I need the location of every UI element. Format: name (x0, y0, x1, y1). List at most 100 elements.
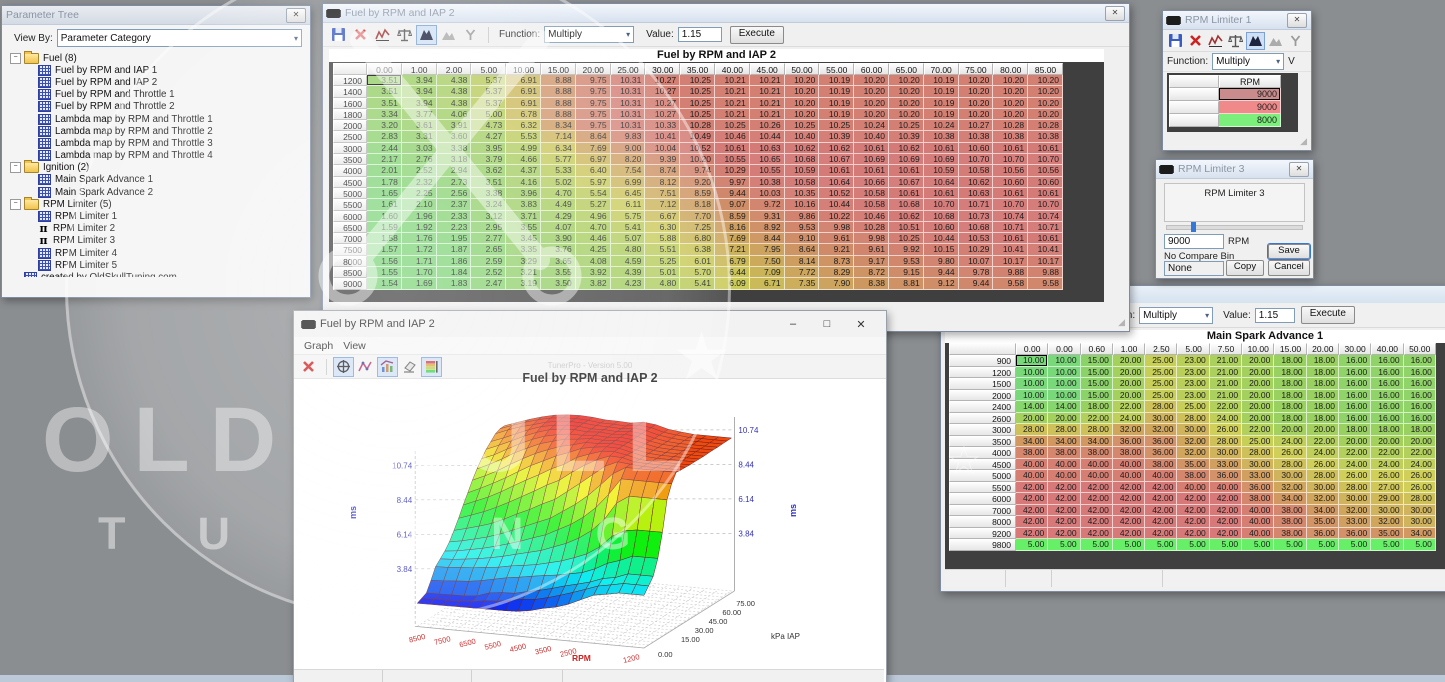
spark-cell[interactable]: 21.00 (1210, 355, 1242, 367)
fuel-cell[interactable]: 10.15 (924, 244, 959, 255)
spark-cell[interactable]: 25.00 (1145, 355, 1177, 367)
fuel-cell[interactable]: 10.33 (645, 120, 680, 131)
spark-cell[interactable]: 28.00 (1307, 470, 1339, 482)
spark-cell[interactable]: 35.00 (1307, 516, 1339, 528)
spark-cell[interactable]: 28.00 (1048, 424, 1080, 436)
fuel-cell[interactable]: 9.75 (576, 109, 611, 120)
fuel-cell[interactable]: 1.72 (402, 244, 437, 255)
spark-cell[interactable]: 40.00 (1016, 470, 1048, 482)
spark-cell[interactable]: 28.00 (1145, 401, 1177, 413)
fuel-cell[interactable]: 1.95 (437, 233, 472, 244)
fuel-cell[interactable]: 10.70 (993, 199, 1028, 210)
fuel-cell[interactable]: 10.20 (959, 86, 994, 97)
spark-cell[interactable]: 16.00 (1371, 390, 1403, 402)
spark-cell[interactable]: 38.00 (1081, 447, 1113, 459)
fuel-cell[interactable]: 10.21 (750, 109, 785, 120)
fuel-cell[interactable]: 4.38 (437, 75, 472, 86)
fuel-cell[interactable]: 10.38 (959, 131, 994, 142)
spark-cell[interactable]: 18.00 (1307, 401, 1339, 413)
fuel-cell[interactable]: 10.68 (924, 211, 959, 222)
fuel-cell[interactable]: 9.53 (889, 256, 924, 267)
fuel-cell[interactable]: 4.25 (576, 244, 611, 255)
fuel-cell[interactable]: 9.78 (959, 267, 994, 278)
spark-cell[interactable]: 26.00 (1307, 459, 1339, 471)
fuel-cell[interactable]: 10.61 (854, 143, 889, 154)
fuel-cell[interactable]: 10.20 (854, 98, 889, 109)
fuel-cell[interactable]: 10.40 (854, 131, 889, 142)
spark-cell[interactable]: 20.00 (1242, 367, 1274, 379)
column-header[interactable]: 2.00 (437, 63, 472, 75)
column-header[interactable]: 25.00 (611, 63, 646, 75)
fuel-cell[interactable]: 10.53 (959, 233, 994, 244)
fuel-cell[interactable]: 10.25 (785, 120, 820, 131)
fuel-cell[interactable]: 3.62 (471, 165, 506, 176)
spark-cell[interactable]: 16.00 (1371, 378, 1403, 390)
tree-item[interactable]: Lambda map by RPM and Throttle 3 (8, 137, 310, 149)
fuel-cell[interactable]: 10.21 (715, 75, 750, 86)
spark-cell[interactable]: 34.00 (1016, 436, 1048, 448)
spark-cell[interactable]: 30.00 (1242, 459, 1274, 471)
delete-icon[interactable] (350, 25, 371, 45)
menu-view[interactable]: View (343, 340, 366, 352)
spark-cell[interactable]: 32.00 (1274, 482, 1306, 494)
spark-cell[interactable]: 34.00 (1048, 436, 1080, 448)
fuel-cell[interactable]: 4.27 (471, 131, 506, 142)
column-header[interactable]: 45.00 (750, 63, 785, 75)
fuel-cell[interactable]: 8.34 (541, 120, 576, 131)
fuel-cell[interactable]: 10.19 (924, 86, 959, 97)
column-header[interactable]: 80.00 (993, 63, 1028, 75)
fuel-cell[interactable]: 10.16 (785, 199, 820, 210)
fuel-cell[interactable]: 5.37 (471, 86, 506, 97)
spark-cell[interactable]: 38.00 (1016, 447, 1048, 459)
fuel-cell[interactable]: 8.88 (541, 75, 576, 86)
row-header[interactable]: 3500 (949, 436, 1016, 448)
fuel-cell[interactable]: 10.29 (959, 244, 994, 255)
fuel-cell[interactable]: 10.19 (924, 75, 959, 86)
fuel-cell[interactable]: 4.99 (506, 143, 541, 154)
spark-cell[interactable]: 16.00 (1404, 401, 1436, 413)
fuel-cell[interactable]: 10.27 (645, 75, 680, 86)
fuel-cell[interactable]: 10.61 (993, 143, 1028, 154)
fuel-cell[interactable]: 10.27 (959, 120, 994, 131)
fuel-cell[interactable]: 5.00 (471, 109, 506, 120)
rpm1-table[interactable]: RPM900090008000 (1169, 75, 1281, 127)
column-header[interactable]: 60.00 (854, 63, 889, 75)
spark-cell[interactable]: 18.00 (1307, 355, 1339, 367)
fuel-cell[interactable]: 9.88 (1028, 267, 1063, 278)
fuel-cell[interactable]: 10.27 (645, 86, 680, 97)
fuel-cell[interactable]: 10.61 (1028, 143, 1063, 154)
fuel-cell[interactable]: 3.19 (506, 278, 541, 289)
fuel-cell[interactable]: 10.58 (854, 199, 889, 210)
fuel-cell[interactable]: 3.65 (541, 256, 576, 267)
spark-function-select[interactable]: Multiply▾ (1139, 307, 1213, 324)
spark-cell[interactable]: 22.00 (1210, 401, 1242, 413)
fuel-cell[interactable]: 10.25 (680, 109, 715, 120)
fuel-cell[interactable]: 10.71 (1028, 222, 1063, 233)
spark-cell[interactable]: 32.00 (1339, 505, 1371, 517)
spark-cell[interactable]: 16.00 (1404, 355, 1436, 367)
spark-cell[interactable]: 42.00 (1177, 505, 1209, 517)
spark-cell[interactable]: 42.00 (1081, 493, 1113, 505)
fuel-cell[interactable]: 1.55 (367, 267, 402, 278)
fuel-cell[interactable]: 10.60 (924, 222, 959, 233)
spark-value-input[interactable]: 1.15 (1255, 308, 1295, 323)
fuel-cell[interactable]: 3.77 (402, 109, 437, 120)
fuel-cell[interactable]: 5.51 (645, 244, 680, 255)
spark-cell[interactable]: 28.00 (1081, 424, 1113, 436)
spark-cell[interactable]: 40.00 (1242, 528, 1274, 540)
row-header[interactable]: 6000 (333, 211, 367, 222)
spark-cell[interactable]: 20.00 (1242, 401, 1274, 413)
fuel-cell[interactable]: 10.62 (889, 211, 924, 222)
fuel-cell[interactable]: 10.69 (854, 154, 889, 165)
row-header[interactable]: 4500 (949, 459, 1016, 471)
spark-cell[interactable]: 16.00 (1404, 378, 1436, 390)
fuel-cell[interactable]: 10.07 (959, 256, 994, 267)
fuel-cell[interactable]: 9.88 (993, 267, 1028, 278)
column-header[interactable]: 10.00 (1242, 343, 1274, 355)
spark-cell[interactable]: 18.00 (1274, 378, 1306, 390)
fuel-cell[interactable]: 10.70 (924, 199, 959, 210)
rpm-cell[interactable]: 9000 (1219, 101, 1281, 114)
fuel-cell[interactable]: 6.99 (611, 177, 646, 188)
fuel-cell[interactable]: 6.11 (611, 199, 646, 210)
spark-cell[interactable]: 20.00 (1307, 424, 1339, 436)
